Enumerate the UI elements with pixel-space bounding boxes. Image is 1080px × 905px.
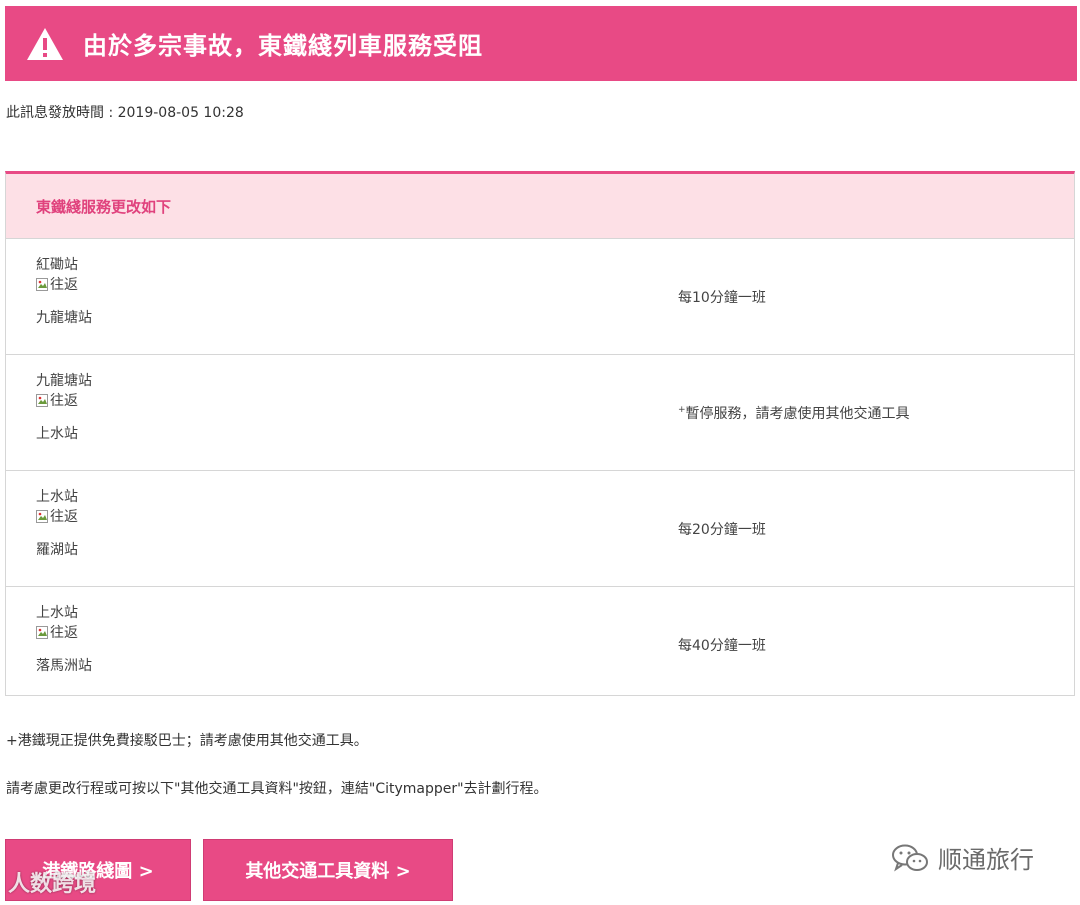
round-trip-image: 往返 <box>36 507 78 527</box>
broken-image-icon <box>36 626 50 640</box>
frequency-text: 每10分鐘一班 <box>678 290 766 306</box>
other-transport-button[interactable]: 其他交通工具資料 > <box>203 839 453 901</box>
service-row: 紅磡站 往返 九龍塘站 每10分鐘一班 <box>6 238 1074 354</box>
alert-title: 由於多宗事故，東鐵綫列車服務受阻 <box>83 32 483 60</box>
image-alt-text: 往返 <box>50 393 78 409</box>
from-station: 九龍塘站 <box>36 373 92 389</box>
round-trip-image: 往返 <box>36 623 92 643</box>
service-row: 上水站 往返 落馬洲站 每40分鐘一班 <box>6 586 1074 702</box>
wechat-icon <box>892 844 928 871</box>
broken-image-icon <box>36 394 50 408</box>
watermark-right: 顺通旅行 <box>890 840 1034 875</box>
from-station: 上水站 <box>36 605 78 621</box>
station-pair: 上水站 往返 羅湖站 <box>36 487 78 560</box>
panel-heading: 東鐵綫服務更改如下 <box>6 174 1074 238</box>
round-trip-image: 往返 <box>36 391 92 411</box>
service-frequency: +暫停服務，請考慮使用其他交通工具 <box>678 403 910 423</box>
service-changes-panel: 東鐵綫服務更改如下 紅磡站 往返 九龍塘站 每10分鐘一班 九龍塘站 往返 上水… <box>5 171 1075 696</box>
footnote-citymapper: 請考慮更改行程或可按以下"其他交通工具資料"按鈕，連結"Citymapper"去… <box>6 781 548 797</box>
from-station: 紅磡站 <box>36 257 78 273</box>
image-alt-text: 往返 <box>50 509 78 525</box>
broken-image-icon <box>36 510 50 524</box>
warning-icon <box>27 27 63 60</box>
from-station: 上水站 <box>36 489 78 505</box>
footnote-marker: + <box>678 405 686 415</box>
footnote-bus: +港鐵現正提供免費接駁巴士；請考慮使用其他交通工具。 <box>6 733 368 749</box>
frequency-text: 每40分鐘一班 <box>678 638 766 654</box>
service-frequency: 每40分鐘一班 <box>678 635 766 655</box>
round-trip-image: 往返 <box>36 275 92 295</box>
alert-banner: 由於多宗事故，東鐵綫列車服務受阻 <box>5 6 1077 81</box>
service-row: 九龍塘站 往返 上水站 +暫停服務，請考慮使用其他交通工具 <box>6 354 1074 470</box>
to-station: 上水站 <box>36 426 78 442</box>
broken-image-icon <box>36 278 50 292</box>
watermark-left: 人数跨境 <box>8 872 97 897</box>
service-row: 上水站 往返 羅湖站 每20分鐘一班 <box>6 470 1074 586</box>
to-station: 落馬洲站 <box>36 658 92 674</box>
to-station: 九龍塘站 <box>36 310 92 326</box>
to-station: 羅湖站 <box>36 542 78 558</box>
service-frequency: 每10分鐘一班 <box>678 287 766 307</box>
frequency-text: 每20分鐘一班 <box>678 522 766 538</box>
service-frequency: 每20分鐘一班 <box>678 519 766 539</box>
image-alt-text: 往返 <box>50 625 78 641</box>
station-pair: 九龍塘站 往返 上水站 <box>36 371 92 444</box>
station-pair: 上水站 往返 落馬洲站 <box>36 603 92 676</box>
watermark-text: 顺通旅行 <box>938 846 1034 874</box>
frequency-text: 暫停服務，請考慮使用其他交通工具 <box>685 406 910 422</box>
issued-time: 此訊息發放時間 : 2019-08-05 10:28 <box>6 105 244 121</box>
image-alt-text: 往返 <box>50 277 78 293</box>
station-pair: 紅磡站 往返 九龍塘站 <box>36 255 92 328</box>
